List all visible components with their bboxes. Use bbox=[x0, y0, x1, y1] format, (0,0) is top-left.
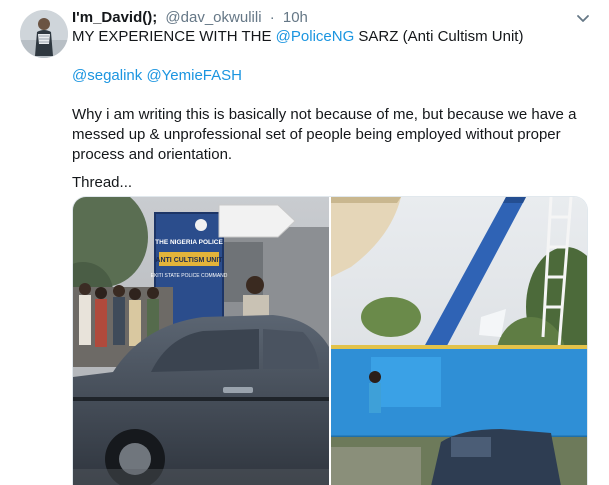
thread-label: Thread... bbox=[72, 174, 133, 191]
media-grid: THE NIGERIA POLICE ANTI CULTISM UNIT EKI… bbox=[72, 196, 588, 485]
sign-text-unit: ANTI CULTISM UNIT bbox=[155, 257, 223, 264]
display-name[interactable]: I'm_David(); bbox=[72, 9, 157, 26]
chevron-down-icon[interactable] bbox=[573, 10, 593, 28]
sign-text-police: THE NIGERIA POLICE bbox=[155, 239, 223, 246]
separator-dot: · bbox=[269, 9, 275, 26]
tweet-header: I'm_David(); @dav_okwulili · 10h bbox=[72, 9, 308, 27]
mentions-line: @segalink @YemieFASH bbox=[72, 66, 242, 86]
user-avatar[interactable] bbox=[20, 10, 68, 58]
mention-policeng[interactable]: @PoliceNG bbox=[276, 28, 355, 45]
tweet-timestamp[interactable]: 10h bbox=[283, 9, 308, 26]
title-suffix: SARZ (Anti Cultism Unit) bbox=[354, 28, 524, 45]
mention-segalink[interactable]: @segalink bbox=[72, 67, 142, 84]
tweet-paragraph: Why i am writing this is basically not b… bbox=[72, 106, 581, 163]
user-handle[interactable]: @dav_okwulili bbox=[165, 9, 261, 26]
mention-yemiefash[interactable]: @YemieFASH bbox=[146, 67, 242, 84]
photo-police-station-car[interactable]: THE NIGERIA POLICE ANTI CULTISM UNIT EKI… bbox=[73, 197, 329, 485]
photo-blue-wall-tower[interactable] bbox=[331, 197, 587, 485]
tweet-title-line: MY EXPERIENCE WITH THE @PoliceNG SARZ (A… bbox=[72, 27, 523, 47]
sign-text-command: EKITI STATE POLICE COMMAND bbox=[151, 273, 228, 279]
title-prefix: MY EXPERIENCE WITH THE bbox=[72, 28, 276, 45]
tweet[interactable]: I'm_David(); @dav_okwulili · 10h MY EXPE… bbox=[0, 0, 609, 485]
